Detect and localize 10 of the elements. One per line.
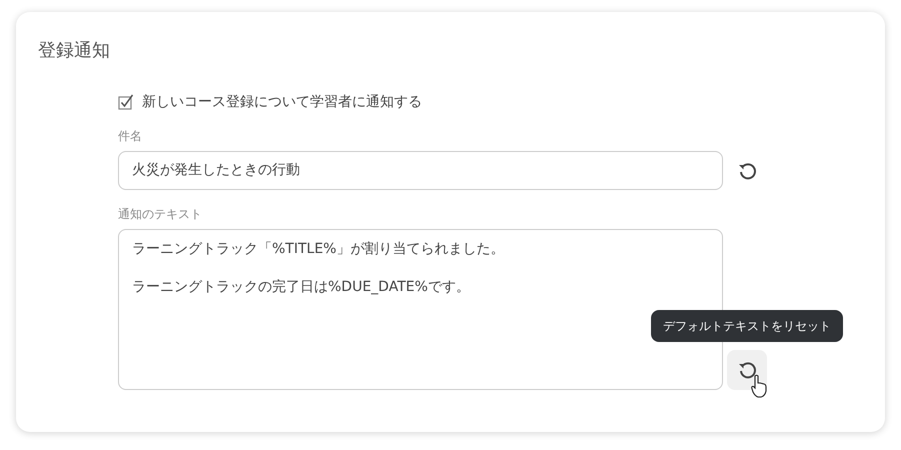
reset-icon: [737, 360, 757, 380]
field-label: 件名: [118, 128, 143, 145]
reset-icon: [737, 160, 757, 181]
section-title: 登録通知: [38, 40, 111, 62]
field-label: 通知のテキスト: [118, 206, 203, 223]
subject-field[interactable]: 火災が発生したときの行動: [118, 151, 723, 190]
hand-cursor-icon: [751, 374, 767, 398]
tooltip: デフォルトテキストをリセット: [651, 310, 843, 342]
checkbox-label[interactable]: 新しいコース登録について学習者に通知する: [142, 92, 422, 113]
checkbox[interactable]: [118, 94, 134, 110]
